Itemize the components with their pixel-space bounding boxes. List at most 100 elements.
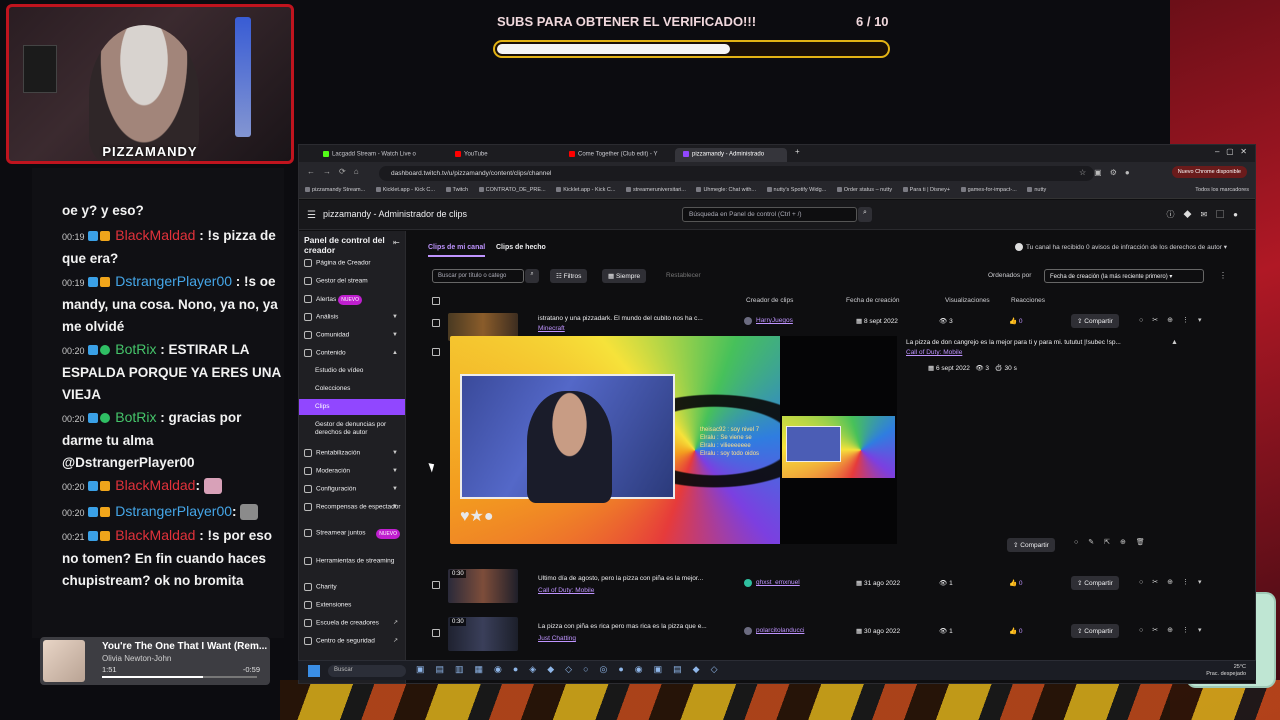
clip-creator[interactable]: HarryJuegos (756, 317, 793, 324)
bookmark[interactable]: pizzamandy Stream... (305, 187, 365, 193)
sidebar-item-rewards[interactable]: Recompensas de espectador ▼ (304, 503, 404, 512)
collapse-sidebar-icon[interactable]: ⇤ (393, 238, 400, 247)
taskbar-search[interactable]: Buscar (328, 665, 406, 677)
share-button[interactable]: ⇪ Compartir (1007, 538, 1055, 552)
clip-actions[interactable]: ○✎⇱⊕🗑 (1074, 538, 1155, 546)
bookmark[interactable]: Order status – nutty (837, 187, 892, 193)
search-icon[interactable]: ⌕ (858, 207, 872, 222)
sidebar-item-stream-together[interactable]: Streamear juntos NUEVO (304, 529, 404, 539)
bookmark[interactable]: CONTRATO_DE_PRE... (479, 187, 546, 193)
taskbar-apps[interactable]: ▣▤▥▦◉●◈◆◇○◎●◉▣▤◆◇ (416, 664, 729, 675)
nav-buttons[interactable]: ←→⟳⌂ (307, 167, 367, 176)
row-checkbox[interactable] (432, 319, 440, 327)
sidebar-item-safety-center[interactable]: Centro de seguridad ↗ (304, 637, 404, 646)
bookmark[interactable]: Kicklet.app - Kick C... (376, 187, 435, 193)
table-row[interactable]: 0:30 Ultimo día de agosto, pero la pizza… (406, 569, 1236, 605)
sidebar-sub-copyright[interactable]: Gestor de denuncias por derechos de auto… (315, 421, 401, 437)
browser-tab[interactable]: Come Together (Club edit) - Y (561, 148, 669, 162)
table-row[interactable]: 0:30 La pizza con piña es rica pero mas … (406, 617, 1236, 653)
bookmark[interactable]: games-for-impact-... (961, 187, 1017, 193)
bookmark[interactable]: streameruniversitari... (626, 187, 686, 193)
chevron-down-icon: ▼ (392, 450, 398, 456)
sidebar-item-home[interactable]: Página de Creador (304, 259, 404, 268)
chevron-down-icon: ▼ (392, 486, 398, 492)
new-badge: NUEVO (376, 529, 400, 539)
filters-button[interactable]: ☷ Filtros (550, 269, 588, 283)
browser-tab-active[interactable]: pizzamandy - Administrado (675, 148, 787, 162)
row-checkbox[interactable] (432, 348, 440, 356)
reset-button[interactable]: Restablecer (660, 269, 707, 283)
sidebar-item-charity[interactable]: Charity (304, 583, 404, 592)
browser-tab[interactable]: Lacgadd Stream - Watch Live o (315, 148, 433, 162)
sort-select[interactable]: Fecha de creación (la más reciente prime… (1044, 269, 1204, 283)
menu-icon[interactable]: ☰ (307, 210, 316, 221)
window-controls[interactable]: – ▢ ✕ (1215, 147, 1247, 156)
date-range-button[interactable]: ▦ Siempre (602, 269, 647, 283)
chat-message: 00:19 BlackMaldad : !s pizza de que era? (62, 227, 276, 266)
all-bookmarks[interactable]: Todos los marcadores (1195, 187, 1249, 193)
row-actions[interactable]: ○✂⊕⋮▾ (1139, 578, 1210, 586)
browser-tab[interactable]: YouTube (447, 148, 547, 162)
clip-creator[interactable]: polarcitolanducci (756, 627, 804, 634)
clip-category[interactable]: Just Chatting (538, 635, 576, 642)
chrome-update-button[interactable]: Nuevo Chrome disponible (1171, 166, 1247, 178)
column-header[interactable]: Fecha de creación (846, 297, 899, 304)
header-icons[interactable]: ⓘ◆✉▢● (1166, 209, 1247, 220)
sidebar-item-analytics[interactable]: Análisis ▼ (304, 313, 404, 322)
url-field[interactable]: dashboard.twitch.tv/u/pizzamandy/content… (379, 166, 1094, 181)
extension-icons[interactable]: ☆▣⚙● (1079, 168, 1138, 177)
windows-start-icon[interactable] (308, 665, 320, 677)
clip-title: istratano y una pizzadark. El mundo del … (538, 315, 703, 322)
bookmark[interactable]: nutty (1027, 187, 1046, 193)
sidebar-item-alerts[interactable]: Alertas NUEVO (304, 295, 404, 305)
sidebar-sub-collections[interactable]: Colecciones (315, 385, 401, 393)
bookmark[interactable]: nutty's Spotify Widg... (767, 187, 827, 193)
sidebar-item-settings[interactable]: Configuración ▼ (304, 485, 404, 494)
sidebar-item-extensions[interactable]: Extensiones (304, 601, 404, 610)
bookmark[interactable]: Kicklet.app - Kick C... (556, 187, 615, 193)
share-button[interactable]: ⇪ Compartir (1071, 314, 1119, 328)
sidebar-item-community[interactable]: Comunidad ▼ (304, 331, 404, 340)
clip-creator[interactable]: ghxst_emxnuel (756, 579, 800, 586)
clip-category[interactable]: Call of Duty: Mobile (538, 587, 594, 594)
sidebar-item-stream-manager[interactable]: Gestor del stream (304, 277, 404, 286)
column-header[interactable]: Reacciones (1011, 297, 1045, 304)
new-tab-button[interactable]: + (795, 147, 800, 156)
chevron-up-icon[interactable]: ▲ (1171, 339, 1178, 346)
share-button[interactable]: ⇪ Compartir (1071, 576, 1119, 590)
row-actions[interactable]: ○✂⊕⋮▾ (1139, 316, 1210, 324)
clip-views: 👁 3 (939, 318, 953, 325)
row-actions[interactable]: ○✂⊕⋮▾ (1139, 626, 1210, 634)
share-button[interactable]: ⇪ Compartir (1071, 624, 1119, 638)
tab-my-channel-clips[interactable]: Clips de mi canal (428, 244, 486, 257)
bookmark[interactable]: Para ti | Disney+ (903, 187, 950, 193)
sidebar-item-streaming-tools[interactable]: Herramientas de streaming (304, 557, 404, 566)
bookmark[interactable]: Twitch (446, 187, 469, 193)
sidebar-item-creator-school[interactable]: Escuela de creadores ↗ (304, 619, 404, 628)
weather-widget[interactable]: 25°C Prac. despejado (1206, 664, 1246, 678)
more-options-icon[interactable]: ⋮ (1219, 271, 1227, 280)
select-all-checkbox[interactable] (432, 297, 440, 305)
bookmark[interactable]: Uhmegle: Chat with... (696, 187, 756, 193)
row-checkbox[interactable] (432, 629, 440, 637)
tab-clips-made[interactable]: Clips de hecho (496, 244, 546, 255)
chat-username: DstrangerPlayer00 (115, 273, 233, 289)
copyright-notice[interactable]: Tu canal ha recibido 0 avisos de infracc… (1014, 243, 1227, 252)
clip-player[interactable]: theisac92 : soy nivel 7 Elralu : Se vien… (450, 336, 800, 544)
clip-category[interactable]: Minecraft (538, 325, 565, 332)
dashboard-search-input[interactable]: Búsqueda en Panel de control (Ctrl + /) (682, 207, 857, 222)
column-header[interactable]: Visualizaciones (945, 297, 990, 304)
chat-username: BotRix (115, 409, 157, 425)
clip-views: 👁 1 (939, 580, 953, 587)
expanded-clip-category[interactable]: Call of Duty: Mobile (906, 349, 962, 356)
external-link-icon: ↗ (392, 620, 398, 626)
sidebar-item-moderation[interactable]: Moderación ▼ (304, 467, 404, 476)
search-icon[interactable]: ⌕ (525, 269, 539, 283)
sidebar-item-monetization[interactable]: Rentabilización ▼ (304, 449, 404, 458)
clip-search-input[interactable]: Buscar por título o catego (432, 269, 524, 283)
sidebar-sub-clips[interactable]: Clips (299, 399, 405, 415)
row-checkbox[interactable] (432, 581, 440, 589)
sidebar-item-content[interactable]: Contenido ▲ (304, 349, 404, 358)
column-header[interactable]: Creador de clips (746, 297, 793, 304)
sidebar-sub-video-studio[interactable]: Estudio de vídeo (315, 367, 401, 375)
